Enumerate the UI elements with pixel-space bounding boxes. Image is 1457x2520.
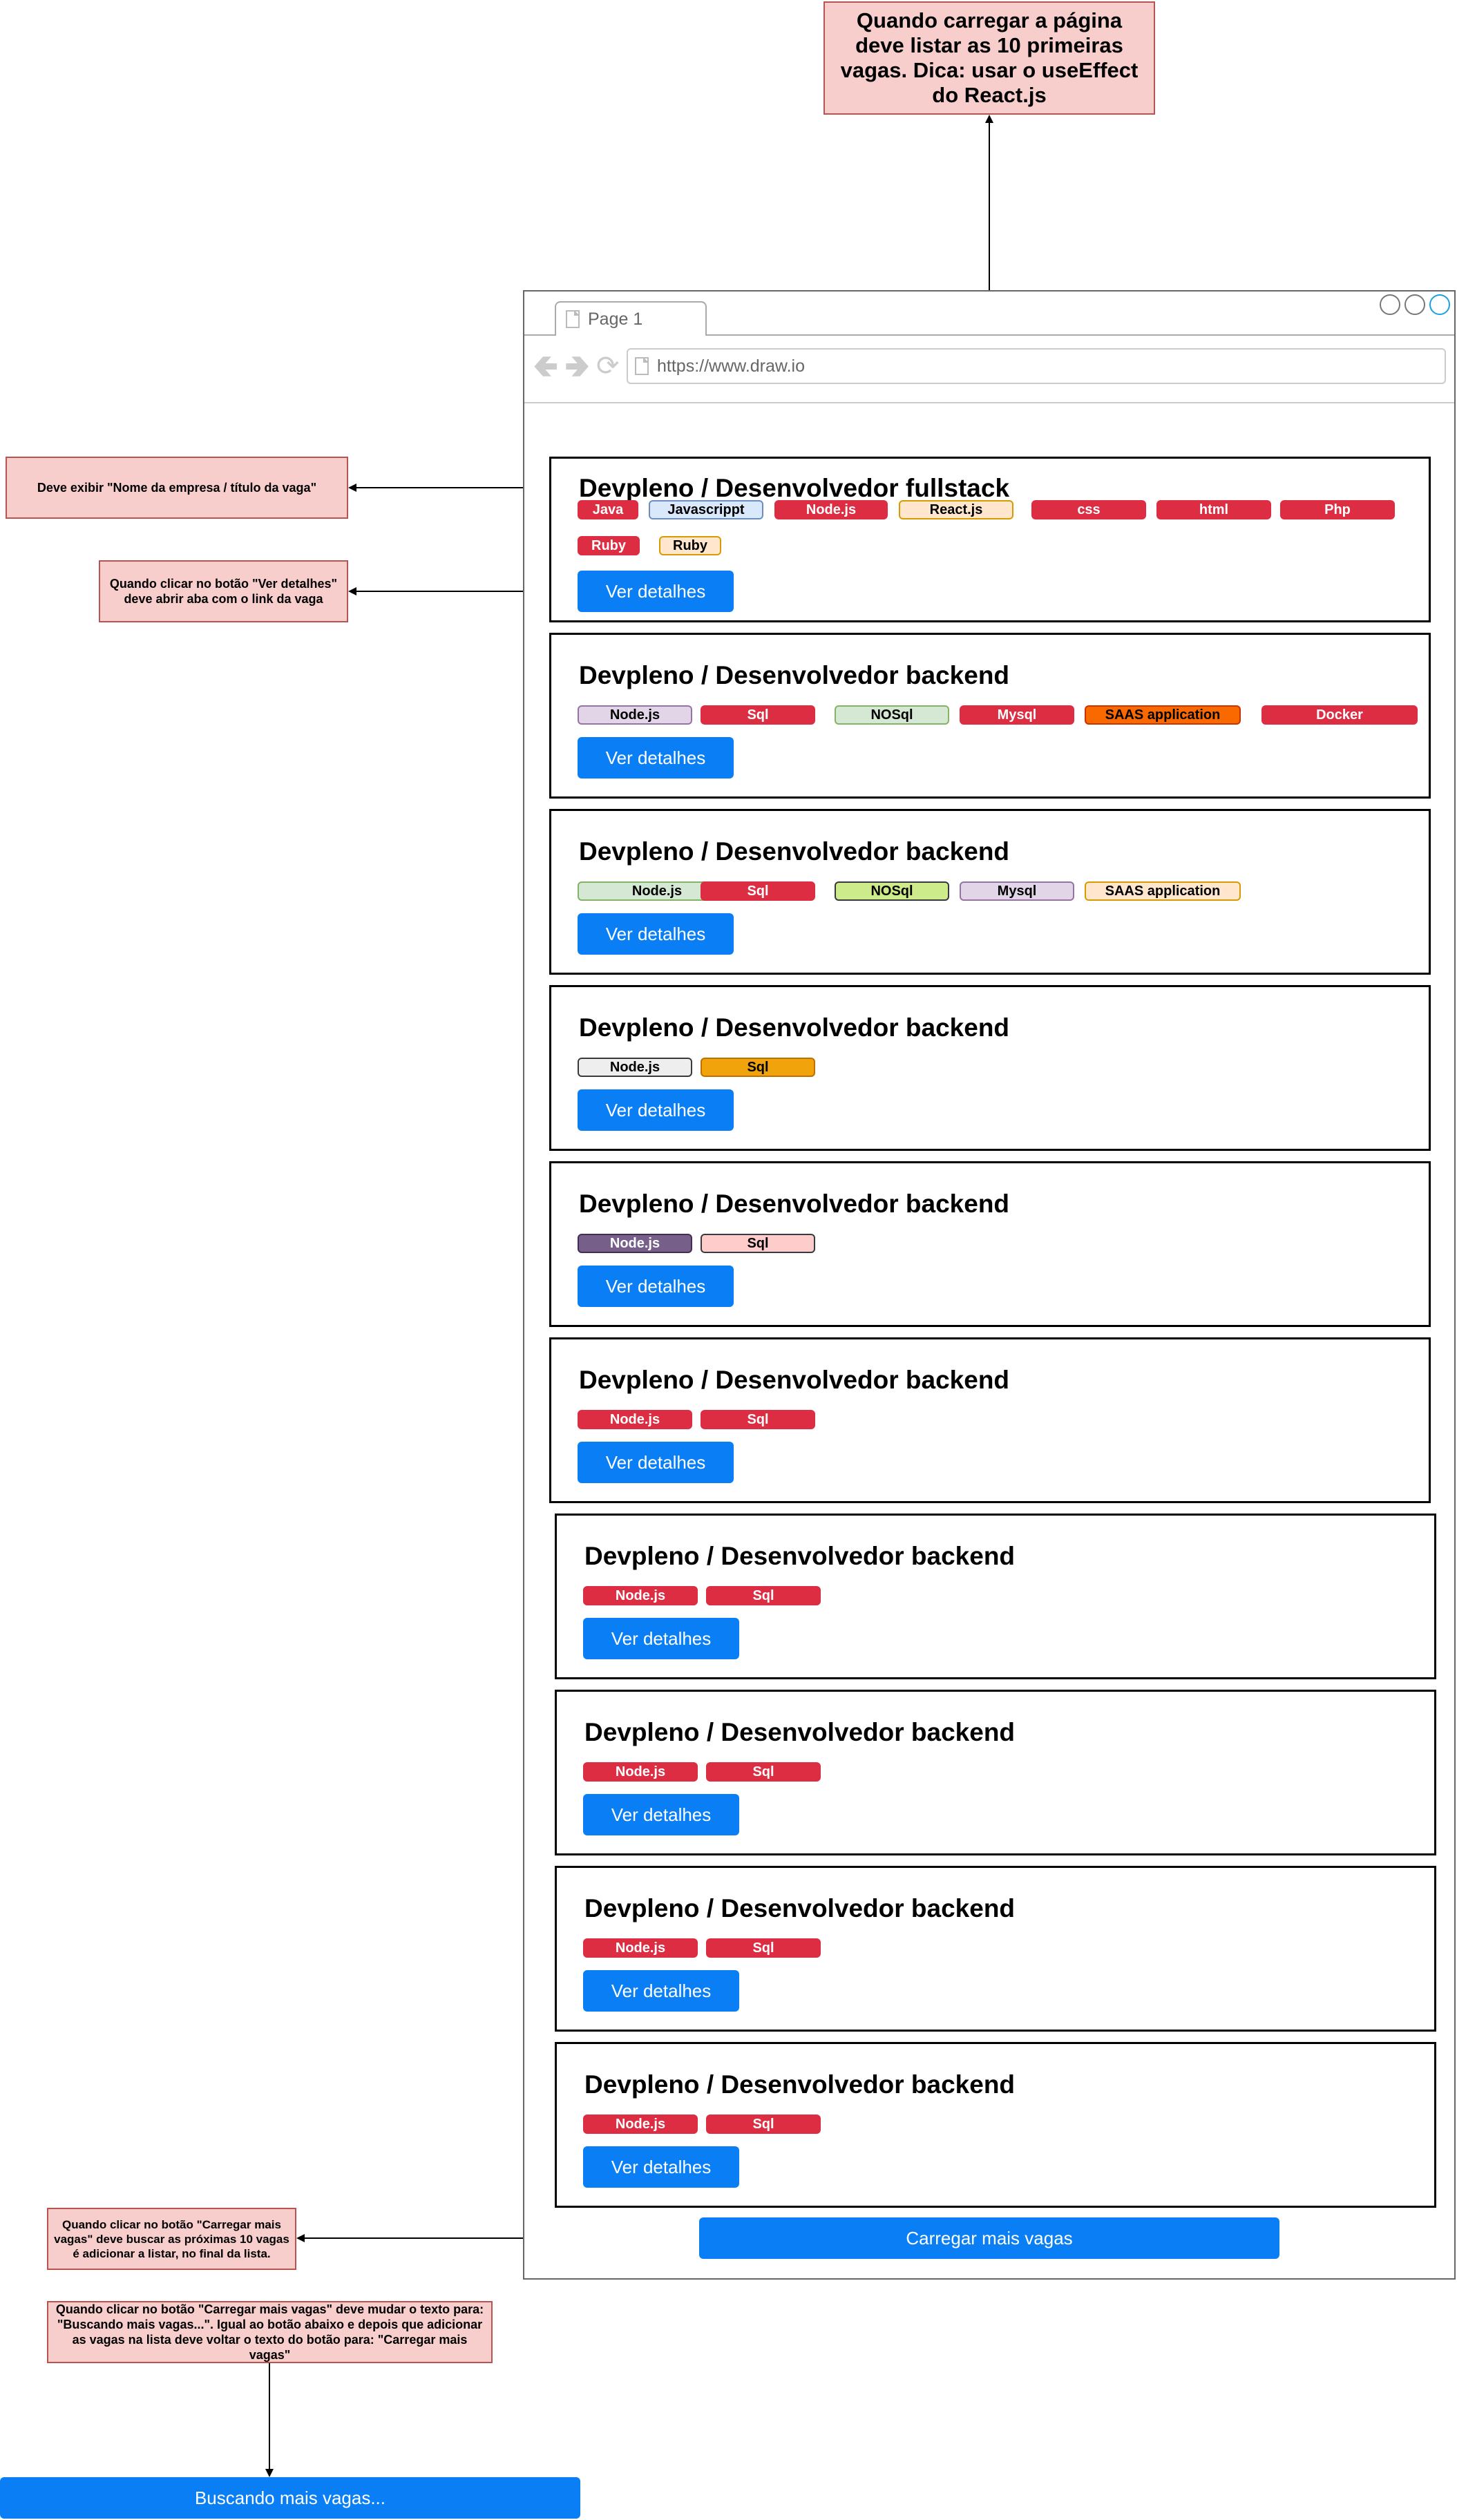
note-carregar-mais: Quando clicar no botão "Carregar mais va… bbox=[47, 2208, 296, 2270]
job-title: Devpleno / Desenvolvedor backend bbox=[584, 1542, 1016, 1570]
job-title: Devpleno / Desenvolvedor backend bbox=[584, 2070, 1016, 2099]
ver-detalhes-button[interactable]: Ver detalhes bbox=[583, 1970, 739, 2012]
tech-tag: Node.js bbox=[578, 1410, 692, 1429]
tech-tag: Node.js bbox=[583, 2115, 698, 2134]
ver-detalhes-button[interactable]: Ver detalhes bbox=[578, 571, 734, 612]
ver-detalhes-button[interactable]: Ver detalhes bbox=[578, 737, 734, 779]
tech-tag: React.js bbox=[899, 500, 1013, 519]
tech-tag: NOSql bbox=[835, 881, 949, 901]
ver-detalhes-button[interactable]: Ver detalhes bbox=[583, 1618, 739, 1659]
tab-label: Page 1 bbox=[588, 309, 643, 329]
back-arrow-icon[interactable]: 🢀 bbox=[533, 350, 558, 381]
maximize-icon[interactable] bbox=[1404, 294, 1425, 315]
job-card: Devpleno / Desenvolvedor backend Node.js S… bbox=[555, 1690, 1436, 1855]
note-ver-detalhes: Quando clicar no botão "Ver detalhes" de… bbox=[99, 560, 348, 622]
tech-tag: Node.js bbox=[578, 1234, 692, 1253]
close-icon[interactable] bbox=[1429, 294, 1450, 315]
tech-tag: Sql bbox=[706, 1762, 821, 1782]
minimize-icon[interactable] bbox=[1380, 294, 1400, 315]
tech-tag: SAAS application bbox=[1085, 705, 1241, 725]
job-card: Devpleno / Desenvolvedor fullstack Java Ja… bbox=[549, 457, 1431, 622]
tech-tag: SAAS application bbox=[1085, 881, 1241, 901]
tech-tag: Node.js bbox=[774, 500, 888, 519]
tech-tag: Sql bbox=[706, 1938, 821, 1958]
ver-detalhes-button[interactable]: Ver detalhes bbox=[578, 913, 734, 955]
tech-tag: Javascrippt bbox=[649, 500, 763, 519]
tech-tag: Sql bbox=[701, 881, 815, 901]
tech-tag: Ruby bbox=[659, 536, 721, 555]
job-title: Devpleno / Desenvolvedor backend bbox=[584, 1894, 1016, 1922]
tech-tag: Sql bbox=[701, 1234, 815, 1253]
job-card: Devpleno / Desenvolvedor backend Node.js S… bbox=[549, 1161, 1431, 1327]
tech-tag: css bbox=[1031, 500, 1146, 519]
note-buscando: Quando clicar no botão "Carregar mais va… bbox=[47, 2301, 493, 2363]
url-text: https://www.draw.io bbox=[657, 356, 805, 376]
note-initial-load: Quando carregar a página deve listar as … bbox=[823, 1, 1155, 115]
page-icon bbox=[566, 310, 580, 328]
job-card: Devpleno / Desenvolvedor backend Node.js S… bbox=[555, 1514, 1436, 1679]
tech-tag: Sql bbox=[701, 1410, 815, 1429]
job-title: Devpleno / Desenvolvedor backend bbox=[579, 661, 1010, 689]
toolbar-divider bbox=[524, 402, 1454, 403]
tech-tag: Mysql bbox=[960, 705, 1074, 725]
url-page-icon bbox=[635, 357, 649, 375]
ver-detalhes-button[interactable]: Ver detalhes bbox=[583, 1794, 739, 1835]
tech-tag: NOSql bbox=[835, 705, 949, 725]
tech-tag: Node.js bbox=[583, 1938, 698, 1958]
job-card: Devpleno / Desenvolvedor backend Node.js S… bbox=[555, 2042, 1436, 2208]
tech-tag: Node.js bbox=[578, 1058, 692, 1077]
ver-detalhes-button[interactable]: Ver detalhes bbox=[578, 1442, 734, 1483]
job-title: Devpleno / Desenvolvedor backend bbox=[579, 1013, 1010, 1042]
tech-tag: Mysql bbox=[960, 881, 1074, 901]
tech-tag: Sql bbox=[701, 705, 815, 725]
tech-tag: html bbox=[1156, 500, 1271, 519]
job-title: Devpleno / Desenvolvedor backend bbox=[579, 837, 1010, 866]
job-title: Devpleno / Desenvolvedor fullstack bbox=[579, 474, 1010, 502]
job-title: Devpleno / Desenvolvedor backend bbox=[579, 1366, 1010, 1394]
job-card: Devpleno / Desenvolvedor backend Node.js S… bbox=[549, 985, 1431, 1151]
ver-detalhes-button[interactable]: Ver detalhes bbox=[578, 1266, 734, 1307]
ver-detalhes-button[interactable]: Ver detalhes bbox=[578, 1089, 734, 1131]
tech-tag: Sql bbox=[706, 1586, 821, 1605]
tech-tag: Node.js bbox=[578, 705, 692, 725]
load-more-button[interactable]: Carregar mais vagas bbox=[699, 2217, 1279, 2259]
job-title: Devpleno / Desenvolvedor backend bbox=[584, 1718, 1016, 1746]
reload-icon[interactable]: ⟳ bbox=[596, 352, 620, 380]
tech-tag: Node.js bbox=[583, 1586, 698, 1605]
job-card: Devpleno / Desenvolvedor backend Node.js S… bbox=[555, 1866, 1436, 2032]
tech-tag: Ruby bbox=[578, 536, 640, 555]
address-bar[interactable]: https://www.draw.io bbox=[627, 348, 1446, 384]
job-card: Devpleno / Desenvolvedor backend Node.js S… bbox=[549, 1337, 1431, 1503]
tech-tag: Java bbox=[578, 500, 638, 519]
browser-tab[interactable]: Page 1 bbox=[555, 301, 707, 336]
loading-button[interactable]: Buscando mais vagas... bbox=[0, 2477, 580, 2519]
job-card: Devpleno / Desenvolvedor backend Node.js S… bbox=[549, 633, 1431, 799]
job-card: Devpleno / Desenvolvedor backend Node.js S… bbox=[549, 809, 1431, 975]
job-title: Devpleno / Desenvolvedor backend bbox=[579, 1190, 1010, 1218]
tech-tag: Php bbox=[1280, 500, 1395, 519]
tech-tag: Docker bbox=[1261, 705, 1418, 725]
note-title-format: Deve exibir "Nome da empresa / título da… bbox=[6, 457, 348, 519]
forward-arrow-icon[interactable]: 🢂 bbox=[564, 350, 590, 381]
tech-tag: Sql bbox=[701, 1058, 815, 1077]
ver-detalhes-button[interactable]: Ver detalhes bbox=[583, 2146, 739, 2188]
tech-tag: Node.js bbox=[583, 1762, 698, 1782]
tech-tag: Sql bbox=[706, 2115, 821, 2134]
